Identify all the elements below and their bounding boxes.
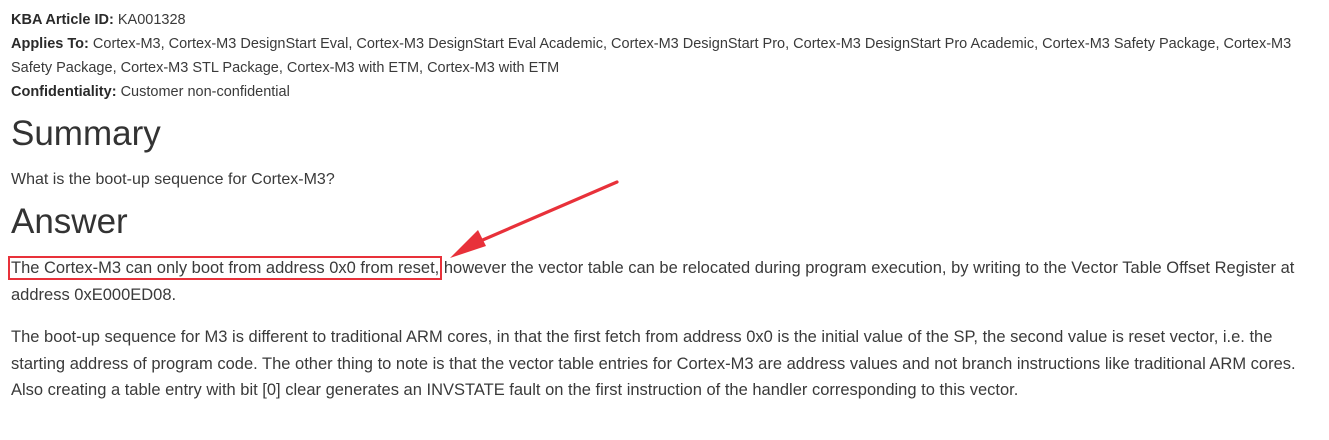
kba-article: KBA Article ID: KA001328 Applies To: Cor… xyxy=(7,8,1321,404)
answer-heading: Answer xyxy=(11,202,128,241)
answer-paragraph-1: The Cortex-M3 can only boot from address… xyxy=(7,255,1321,308)
answer-paragraph-2: The boot-up sequence for M3 is different… xyxy=(11,328,1296,399)
confidentiality-value: Customer non-confidential xyxy=(120,84,290,100)
confidentiality-line: Confidentiality: Customer non-confidenti… xyxy=(11,80,1321,104)
applies-to-value: Cortex-M3, Cortex-M3 DesignStart Eval, C… xyxy=(11,36,1292,76)
summary-text: What is the boot-up sequence for Cortex-… xyxy=(11,171,335,188)
article-id-label: KBA Article ID: xyxy=(11,12,114,28)
summary-heading: Summary xyxy=(11,114,161,153)
article-id-value: KA001328 xyxy=(117,12,186,28)
confidentiality-label: Confidentiality: xyxy=(11,84,117,100)
applies-to-line: Applies To: Cortex-M3, Cortex-M3 DesignS… xyxy=(11,32,1321,80)
article-id-line: KBA Article ID: KA001328 xyxy=(11,8,1321,32)
applies-to-label: Applies To: xyxy=(11,36,89,52)
highlighted-sentence: The Cortex-M3 can only boot from address… xyxy=(7,256,443,280)
